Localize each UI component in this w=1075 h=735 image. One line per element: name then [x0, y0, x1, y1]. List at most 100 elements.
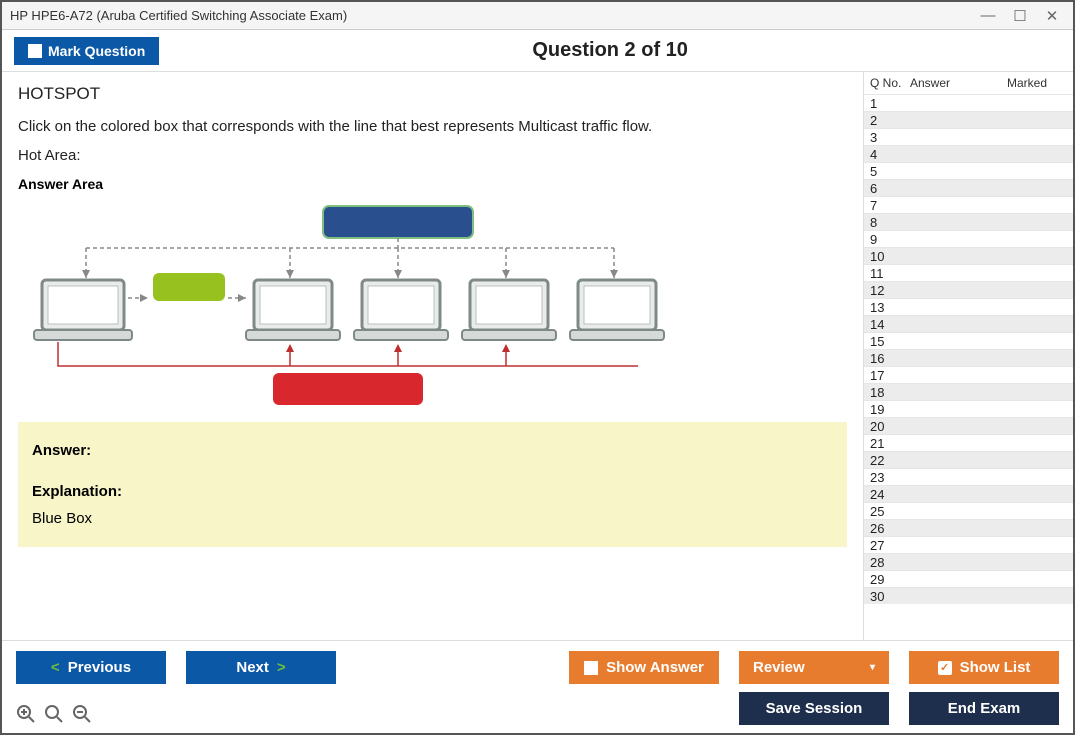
qno-cell: 15	[870, 334, 910, 349]
qno-cell: 24	[870, 487, 910, 502]
zoom-in-icon[interactable]	[16, 704, 36, 724]
qno-cell: 4	[870, 147, 910, 162]
qno-cell: 12	[870, 283, 910, 298]
show-answer-label: Show Answer	[606, 659, 704, 676]
qno-cell: 26	[870, 521, 910, 536]
window-controls: — ☐ ✕	[981, 9, 1065, 23]
qno-cell: 20	[870, 419, 910, 434]
minimize-icon[interactable]: —	[981, 9, 995, 23]
qno-cell: 8	[870, 215, 910, 230]
answer-label: Answer:	[32, 442, 833, 459]
list-item[interactable]: 17	[864, 366, 1073, 383]
chevron-right-icon: >	[277, 659, 286, 676]
qno-cell: 6	[870, 181, 910, 196]
previous-button[interactable]: < Previous	[16, 651, 166, 684]
list-item[interactable]: 22	[864, 451, 1073, 468]
list-item[interactable]: 11	[864, 264, 1073, 281]
footer-row-2: Save Session End Exam	[16, 692, 1059, 725]
qno-cell: 16	[870, 351, 910, 366]
list-item[interactable]: 16	[864, 349, 1073, 366]
list-item[interactable]: 18	[864, 383, 1073, 400]
list-item[interactable]: 20	[864, 417, 1073, 434]
zoom-out-icon[interactable]	[72, 704, 92, 724]
list-item[interactable]: 21	[864, 434, 1073, 451]
list-item[interactable]: 19	[864, 400, 1073, 417]
qno-cell: 5	[870, 164, 910, 179]
list-item[interactable]: 9	[864, 230, 1073, 247]
col-marked: Marked	[980, 76, 1067, 90]
list-item[interactable]: 5	[864, 162, 1073, 179]
check-icon: ✓	[938, 661, 952, 675]
list-header: Q No. Answer Marked	[864, 72, 1073, 94]
list-item[interactable]: 27	[864, 536, 1073, 553]
question-type: HOTSPOT	[18, 84, 847, 104]
list-item[interactable]: 2	[864, 111, 1073, 128]
list-item[interactable]: 15	[864, 332, 1073, 349]
qno-cell: 14	[870, 317, 910, 332]
qno-cell: 2	[870, 113, 910, 128]
qno-cell: 30	[870, 589, 910, 604]
hot-area-label: Hot Area:	[18, 147, 847, 164]
qno-cell: 18	[870, 385, 910, 400]
show-list-button[interactable]: ✓ Show List	[909, 651, 1059, 684]
show-answer-button[interactable]: Show Answer	[569, 651, 719, 684]
qno-cell: 9	[870, 232, 910, 247]
list-item[interactable]: 10	[864, 247, 1073, 264]
maximize-icon[interactable]: ☐	[1013, 9, 1027, 23]
list-item[interactable]: 4	[864, 145, 1073, 162]
question-header: Question 2 of 10	[159, 39, 1061, 62]
laptop-icon	[34, 280, 664, 340]
list-item[interactable]: 14	[864, 315, 1073, 332]
mark-question-button[interactable]: Mark Question	[14, 37, 159, 65]
answer-area-label: Answer Area	[18, 176, 847, 192]
list-item[interactable]: 28	[864, 553, 1073, 570]
qno-cell: 3	[870, 130, 910, 145]
qno-cell: 19	[870, 402, 910, 417]
list-item[interactable]: 7	[864, 196, 1073, 213]
question-list[interactable]: 1234567891011121314151617181920212223242…	[864, 94, 1073, 640]
qno-cell: 23	[870, 470, 910, 485]
list-item[interactable]: 30	[864, 587, 1073, 604]
hotspot-diagram[interactable]	[18, 198, 668, 408]
qno-cell: 25	[870, 504, 910, 519]
list-item[interactable]: 6	[864, 179, 1073, 196]
list-item[interactable]: 23	[864, 468, 1073, 485]
zoom-controls	[16, 704, 92, 724]
blue-box[interactable]	[323, 206, 473, 238]
checkbox-icon	[584, 661, 598, 675]
list-item[interactable]: 24	[864, 485, 1073, 502]
review-button[interactable]: Review ▾	[739, 651, 889, 684]
list-item[interactable]: 29	[864, 570, 1073, 587]
topbar: Mark Question Question 2 of 10	[2, 30, 1073, 72]
end-exam-label: End Exam	[948, 700, 1021, 717]
chevron-left-icon: <	[51, 659, 60, 676]
review-label: Review	[753, 659, 805, 676]
app-window: HP HPE6-A72 (Aruba Certified Switching A…	[0, 0, 1075, 735]
list-item[interactable]: 1	[864, 94, 1073, 111]
question-list-panel: Q No. Answer Marked 12345678910111213141…	[863, 72, 1073, 640]
save-session-button[interactable]: Save Session	[739, 692, 889, 725]
list-item[interactable]: 25	[864, 502, 1073, 519]
list-item[interactable]: 12	[864, 281, 1073, 298]
qno-cell: 7	[870, 198, 910, 213]
qno-cell: 10	[870, 249, 910, 264]
body: HOTSPOT Click on the colored box that co…	[2, 72, 1073, 640]
list-item[interactable]: 13	[864, 298, 1073, 315]
list-item[interactable]: 3	[864, 128, 1073, 145]
list-item[interactable]: 8	[864, 213, 1073, 230]
zoom-reset-icon[interactable]	[44, 704, 64, 724]
list-item[interactable]: 26	[864, 519, 1073, 536]
qno-cell: 27	[870, 538, 910, 553]
explanation-text: Blue Box	[32, 510, 833, 527]
close-icon[interactable]: ✕	[1045, 9, 1059, 23]
red-box[interactable]	[273, 373, 423, 405]
footer-row-1: < Previous Next > Show Answer Review ▾ ✓…	[16, 651, 1059, 684]
question-text: Click on the colored box that correspond…	[18, 118, 847, 135]
qno-cell: 13	[870, 300, 910, 315]
green-box[interactable]	[153, 273, 225, 301]
qno-cell: 22	[870, 453, 910, 468]
dropdown-icon: ▾	[870, 662, 875, 673]
end-exam-button[interactable]: End Exam	[909, 692, 1059, 725]
next-button[interactable]: Next >	[186, 651, 336, 684]
window-title: HP HPE6-A72 (Aruba Certified Switching A…	[10, 8, 981, 23]
